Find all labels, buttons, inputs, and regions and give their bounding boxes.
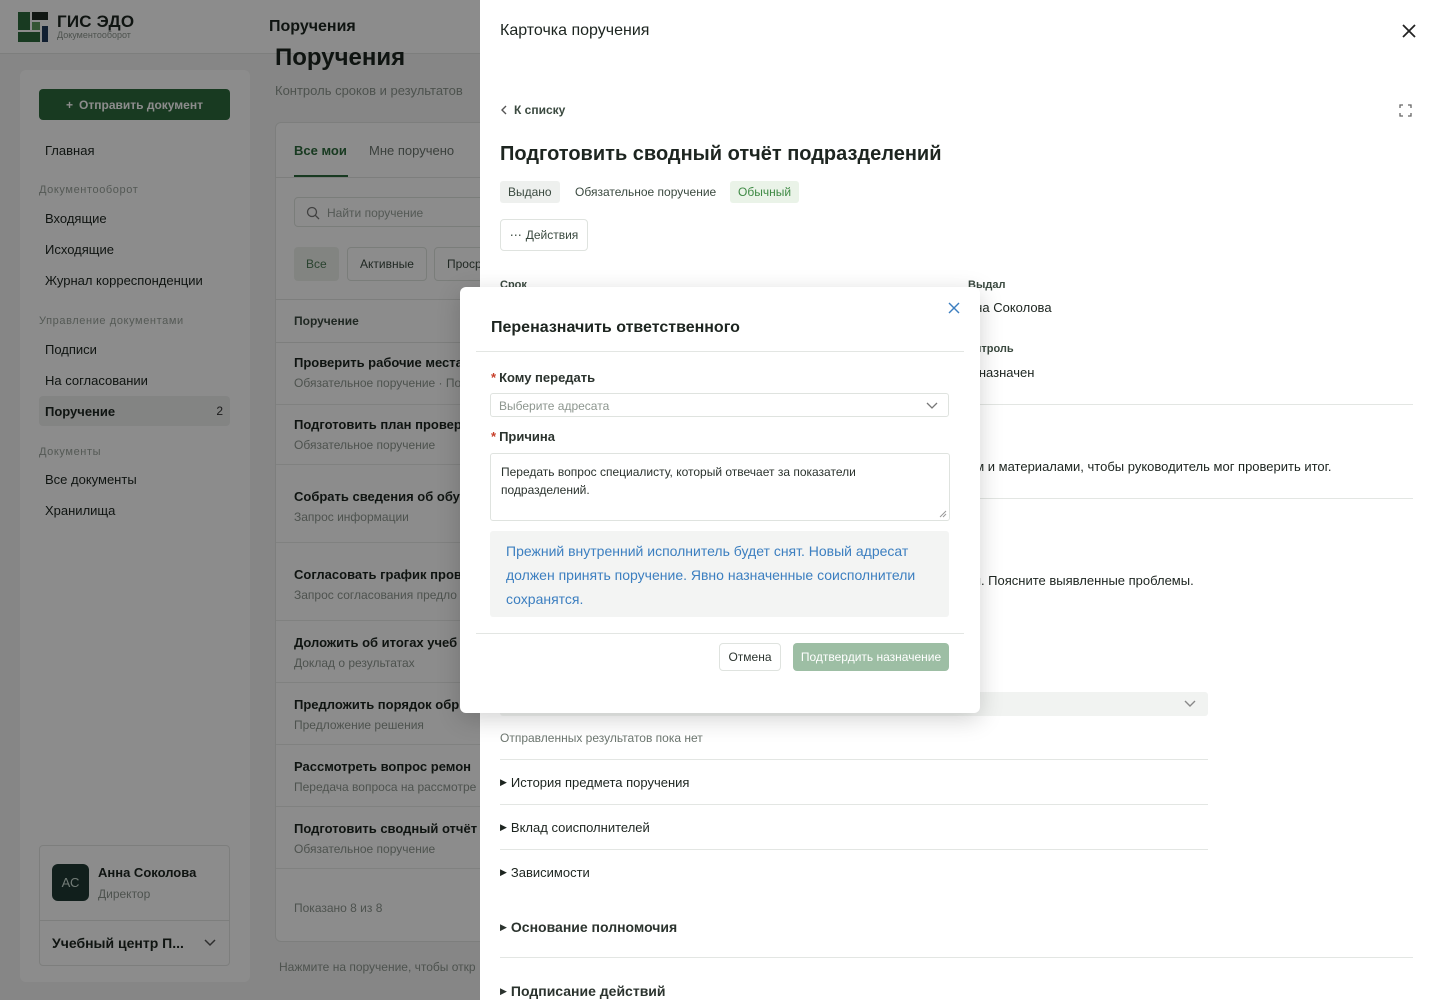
divider [500,804,1208,805]
divider [500,849,1208,850]
recipient-label: * Кому передать [491,370,595,385]
triangle-right-icon: ▶ [500,985,507,996]
priority-badge: Обычный [730,181,800,203]
divider [500,759,1208,760]
recipient-select[interactable]: Выберите адресата [490,393,949,417]
section-signing-label: Подписание действий [510,983,666,999]
reason-text: Передать вопрос специалисту, который отв… [501,465,856,497]
resize-handle-icon[interactable] [939,510,947,518]
reassign-modal: Переназначить ответственного * Кому перед… [460,287,980,713]
section-history-label: История предмета поручения [510,775,690,790]
reason-label: * Причина [491,429,555,444]
recipient-placeholder: Выберите адресата [499,399,610,413]
triangle-right-icon: ▶ [500,921,507,932]
confirm-assignment-button[interactable]: Подтвердить назначение [793,643,949,671]
app: ГИС ЭДО Документооборот Поручения + Отпр… [0,0,1440,1000]
section-dependencies[interactable]: ▶ Зависимости [500,865,590,880]
cancel-button[interactable]: Отмена [719,643,781,671]
task-title: Подготовить сводный отчёт подразделений [500,143,942,165]
section-contribution[interactable]: ▶ Вклад соисполнителей [500,820,650,835]
required-marker: * [491,429,497,444]
section-history[interactable]: ▶ История предмета поручения [500,775,689,790]
close-icon[interactable] [948,302,960,314]
more-icon: ⋯ [509,228,522,242]
expand-icon[interactable] [1399,104,1412,117]
section-contribution-label: Вклад соисполнителей [510,820,650,835]
divider [500,957,1413,958]
actions-label: Действия [525,228,579,242]
section-authority[interactable]: ▶ Основание полномочия [500,919,677,935]
back-to-list-label: К списку [514,103,566,117]
recipient-label-text: Кому передать [499,370,596,385]
modal-divider [476,351,964,352]
chevron-down-icon [926,402,938,409]
triangle-right-icon: ▶ [500,822,507,832]
no-results-text: Отправленных результатов пока нет [500,731,703,745]
issuer-value: нна Соколова [968,300,1052,315]
task-kind-label: Обязательное поручение [575,185,717,199]
chevron-left-icon [501,105,507,115]
reason-textarea[interactable]: Передать вопрос специалисту, который отв… [490,453,950,521]
triangle-right-icon: ▶ [500,777,507,787]
section-signing[interactable]: ▶ Подписание действий [500,983,666,999]
back-to-list-link[interactable]: К списку [500,103,565,117]
section-dependencies-label: Зависимости [510,865,590,880]
chevron-down-icon [1184,700,1196,707]
close-icon[interactable] [1400,22,1418,40]
required-marker: * [491,370,497,385]
section-authority-label: Основание полномочия [510,919,678,935]
status-badge: Выдано [500,181,560,203]
task-requirement: ки. Поясните выявленные проблемы. [968,573,1194,588]
task-description: ем и материалами, чтобы руководитель мог… [968,459,1332,474]
modal-title: Переназначить ответственного [491,319,740,336]
triangle-right-icon: ▶ [500,867,507,877]
reason-label-text: Причина [499,429,555,444]
modal-divider [476,633,964,634]
drawer-title: Карточка поручения [500,22,650,39]
info-message: Прежний внутренний исполнитель будет сня… [490,531,949,617]
actions-button[interactable]: ⋯ Действия [500,219,588,251]
